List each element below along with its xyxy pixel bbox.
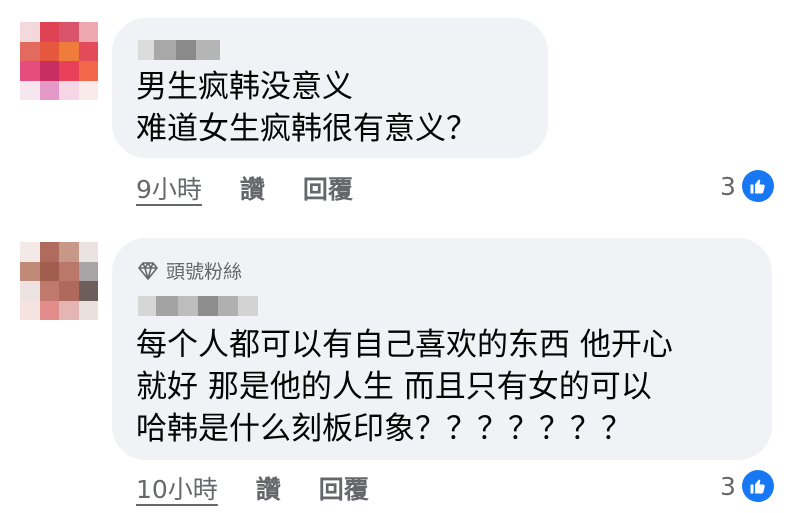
avatar[interactable] [20, 22, 98, 100]
top-fan-badge: 頭號粉絲 [138, 257, 242, 284]
reaction-summary[interactable]: 3 [720, 170, 774, 202]
comment-line: 就好 那是他的人生 而且只有女的可以 [136, 369, 652, 405]
like-icon [741, 170, 774, 202]
commenter-name[interactable] [138, 40, 220, 60]
comment-line: 每个人都可以有自己喜欢的东西 他开心 [136, 327, 673, 363]
badge-label: 頭號粉絲 [166, 261, 243, 283]
diamond-icon [138, 261, 158, 280]
comment-line: 难道女生疯韩很有意义？ [136, 111, 477, 147]
reaction-count: 3 [720, 471, 736, 501]
reply-button[interactable]: 回覆 [319, 475, 369, 504]
reaction-summary[interactable]: 3 [720, 470, 774, 502]
reply-button[interactable]: 回覆 [303, 175, 353, 204]
commenter-name[interactable] [138, 296, 258, 316]
timestamp-link[interactable]: 9小時 [136, 175, 202, 204]
comment-line: 哈韩是什么刻板印象？？？？？？？ [136, 411, 632, 447]
avatar[interactable] [20, 242, 98, 320]
comment-text: 男生疯韩没意义 难道女生疯韩很有意义？ [136, 66, 477, 150]
like-button[interactable]: 讚 [256, 475, 281, 504]
like-icon [741, 470, 774, 502]
comment-meta: 9小時 讚 回覆 [136, 170, 353, 206]
reaction-count: 3 [720, 171, 736, 201]
like-button[interactable]: 讚 [240, 175, 265, 204]
comment-line: 男生疯韩没意义 [136, 69, 353, 105]
timestamp-link[interactable]: 10小時 [136, 475, 218, 504]
comment-meta: 10小時 讚 回覆 [136, 470, 369, 506]
comment-text: 每个人都可以有自己喜欢的东西 他开心 就好 那是他的人生 而且只有女的可以 哈韩… [136, 324, 673, 450]
